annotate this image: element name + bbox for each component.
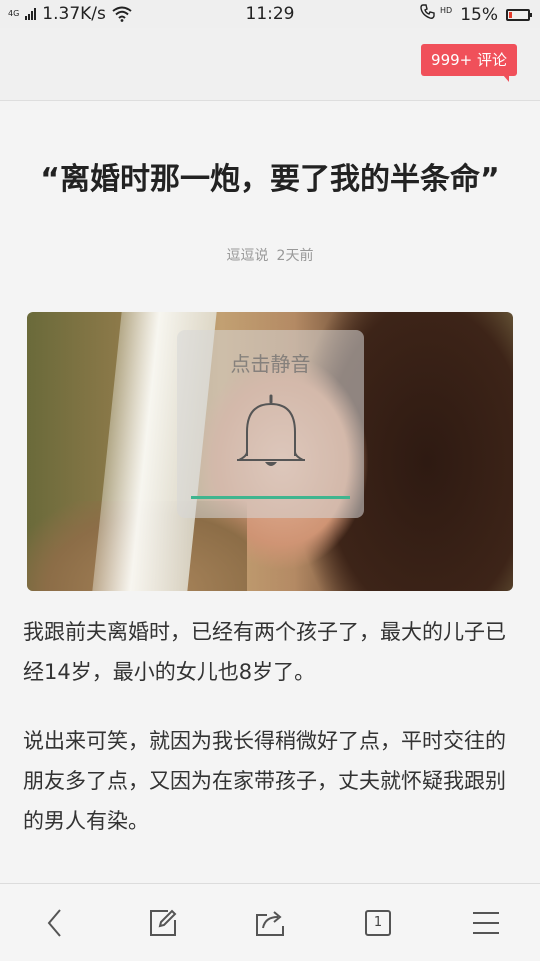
edit-button[interactable] <box>146 906 180 940</box>
comments-button[interactable]: 999+ 评论 <box>421 44 517 82</box>
status-right: HD 15% <box>420 4 532 25</box>
top-bar: 999+ 评论 <box>0 28 540 101</box>
menu-icon <box>473 912 499 934</box>
article-title: “离婚时那一炮，要了我的半条命” <box>40 162 500 197</box>
battery-percent: 15% <box>460 4 498 25</box>
mute-label: 点击静音 <box>230 352 311 376</box>
article-paragraph: 我跟前夫离婚时，已经有两个孩子了，最大的儿子已经14岁，最小的女儿也8岁了。 <box>23 620 506 684</box>
article-paragraph: 说出来可笑，就因为我长得稍微好了点，平时交往的朋友多了点，又因为在家带孩子，丈夫… <box>23 729 506 833</box>
volume-bar <box>191 496 350 499</box>
bottom-toolbar: 1 <box>0 883 540 961</box>
tabs-button[interactable]: 1 <box>361 906 395 940</box>
battery-icon <box>506 8 532 21</box>
volume-bar-fill <box>191 496 350 499</box>
share-icon <box>256 911 284 936</box>
back-icon <box>47 909 61 937</box>
post-time: 2天前 <box>276 248 314 264</box>
bell-icon <box>237 394 305 466</box>
menu-button[interactable] <box>469 906 503 940</box>
hd-label: HD <box>440 6 453 15</box>
share-button[interactable] <box>253 906 287 940</box>
article-meta: 逗逗说 2天前 <box>0 245 540 265</box>
call-icon <box>420 4 436 25</box>
author-name[interactable]: 逗逗说 <box>227 248 269 264</box>
mute-toggle[interactable]: 点击静音 <box>177 330 364 518</box>
back-button[interactable] <box>38 906 72 940</box>
edit-icon <box>150 909 177 936</box>
article-video[interactable]: 点击静音 <box>27 312 513 591</box>
status-bar: 4G 1.37K/s 11:29 HD 15% <box>0 0 540 28</box>
tab-count: 1 <box>365 910 391 936</box>
